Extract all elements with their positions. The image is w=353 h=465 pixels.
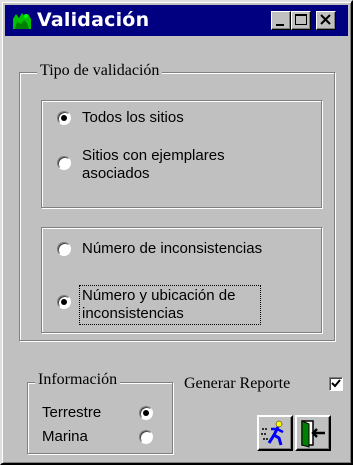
- run-icon: [261, 420, 284, 446]
- radio-todos-los-sitios[interactable]: [57, 111, 71, 125]
- label-todos-los-sitios[interactable]: Todos los sitios: [82, 109, 184, 127]
- maximize-icon: [295, 14, 307, 25]
- minimize-button[interactable]: [271, 11, 291, 30]
- label-terrestre[interactable]: Terrestre: [42, 404, 101, 422]
- label-numero-y-ubicacion-line1[interactable]: Número y ubicación de: [82, 287, 235, 305]
- check-icon: [331, 379, 341, 388]
- label-sitios-con-ejemplares-line2[interactable]: asociados: [82, 165, 150, 183]
- label-marina[interactable]: Marina: [42, 428, 88, 446]
- generar-reporte-label[interactable]: Generar Reporte: [184, 375, 290, 393]
- window-title: Validación: [37, 9, 150, 31]
- close-icon: [320, 14, 331, 25]
- radio-numero-inconsistencias[interactable]: [57, 242, 71, 256]
- radio-numero-y-ubicacion[interactable]: [57, 295, 71, 309]
- exit-door-icon: [301, 420, 325, 448]
- maximize-button[interactable]: [291, 11, 311, 30]
- generar-reporte-checkbox[interactable]: [329, 377, 343, 391]
- minimize-icon: [276, 24, 284, 26]
- exit-button[interactable]: [295, 415, 331, 451]
- label-numero-y-ubicacion-line2[interactable]: inconsistencias: [82, 305, 184, 323]
- radio-sitios-con-ejemplares[interactable]: [57, 156, 71, 170]
- validacion-window: Validación Tipo de validación Todos los …: [0, 0, 353, 465]
- label-sitios-con-ejemplares-line1[interactable]: Sitios con ejemplares: [82, 147, 225, 165]
- radio-terrestre[interactable]: [139, 406, 153, 420]
- title-bar[interactable]: Validación: [5, 5, 348, 36]
- informacion-label: Información: [35, 371, 121, 389]
- close-button[interactable]: [316, 11, 336, 30]
- tipo-validacion-label: Tipo de validación: [37, 62, 163, 80]
- radio-marina[interactable]: [139, 430, 153, 444]
- label-numero-inconsistencias[interactable]: Número de inconsistencias: [82, 240, 262, 258]
- app-icon: [11, 10, 33, 32]
- run-button[interactable]: [257, 415, 293, 451]
